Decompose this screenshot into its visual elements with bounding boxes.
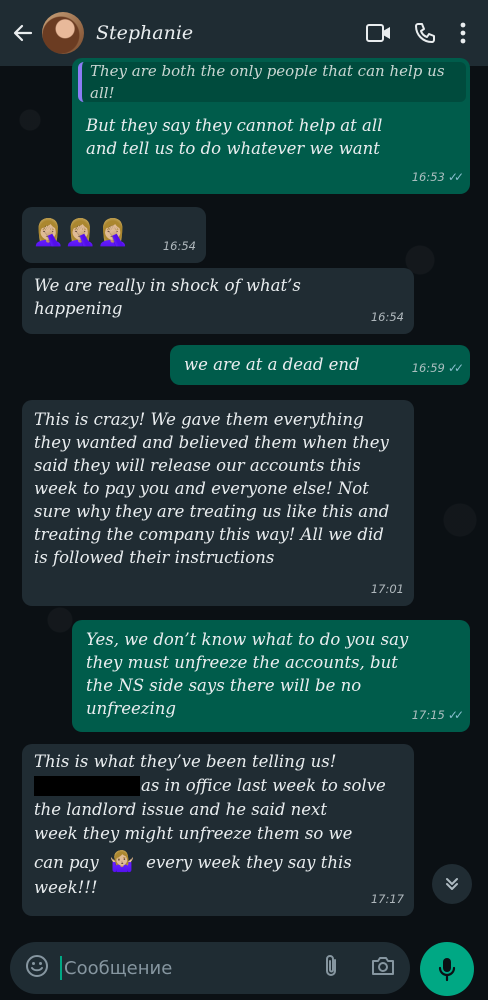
message-meta: 16:59 ✓✓ — [411, 357, 464, 380]
emoji-icon[interactable] — [24, 953, 50, 983]
message-text: But they say they cannot help at all and… — [86, 116, 383, 158]
message-time: 16:54 — [370, 310, 404, 324]
message-line: This is what they’ve been telling us! — [34, 752, 337, 771]
read-ticks-icon: ✓✓ — [447, 361, 464, 375]
message-line: every week they say this — [146, 853, 352, 872]
message-emoji-text: 🤦🏼‍♀️🤦🏼‍♀️🤦🏼‍♀️ — [32, 218, 130, 248]
video-call-icon[interactable] — [356, 13, 402, 53]
chat-screen: Stephanie They are both the only people … — [0, 0, 488, 1000]
double-chevron-down-icon — [446, 878, 458, 890]
message-time: 17:01 — [370, 582, 404, 596]
message-time: 16:59 — [411, 361, 445, 375]
mic-icon — [438, 958, 456, 982]
composer-bar: Сообщение — [0, 936, 488, 1000]
message-line: as in office last week to solve — [141, 776, 386, 795]
voice-call-icon[interactable] — [402, 13, 448, 53]
message-meta: 16:53 ✓✓ — [411, 166, 464, 189]
text-cursor — [60, 956, 62, 980]
quoted-message-text: They are both the only people that can h… — [90, 62, 445, 102]
read-ticks-icon: ✓✓ — [447, 170, 464, 184]
message-time: 17:15 — [411, 708, 445, 722]
message-bubble-outgoing[interactable]: we are at a dead end 16:59 ✓✓ — [170, 345, 470, 385]
read-ticks-icon: ✓✓ — [447, 708, 464, 722]
message-bubble-incoming[interactable]: 🤦🏼‍♀️🤦🏼‍♀️🤦🏼‍♀️ 16:54 — [22, 207, 206, 263]
message-bubble-outgoing[interactable]: They are both the only people that can h… — [72, 58, 470, 194]
attach-icon[interactable] — [322, 953, 340, 983]
scroll-to-bottom-button[interactable] — [432, 864, 472, 904]
contact-name[interactable]: Stephanie — [96, 22, 356, 44]
message-text: we are at a dead end — [184, 355, 360, 374]
message-time: 16:54 — [162, 239, 196, 253]
message-line-redacted: as in office last week to solve — [34, 774, 386, 797]
message-text: We are really in shock of what’s happeni… — [34, 276, 301, 318]
message-line: the landlord issue and he said next — [34, 800, 327, 819]
redaction-bar — [34, 775, 140, 796]
message-text: Yes, we don’t know what to do you say th… — [86, 630, 409, 718]
message-text: This is crazy! We gave them everything t… — [34, 410, 390, 567]
message-bubble-incoming[interactable]: This is what they’ve been telling us! as… — [22, 744, 414, 916]
message-line: week!!! — [34, 878, 98, 897]
more-options-icon[interactable] — [448, 13, 478, 53]
message-meta: 17:15 ✓✓ — [411, 704, 464, 727]
message-bubble-outgoing[interactable]: Yes, we don’t know what to do you say th… — [72, 620, 470, 732]
shrug-emoji: 🤷🏼‍♀️ — [109, 849, 135, 873]
message-input-placeholder: Сообщение — [64, 957, 173, 979]
message-line: week they might unfreeze them so we — [34, 824, 353, 843]
message-line-with-emoji: can pay 🤷🏼‍♀️ every week they say this — [34, 850, 352, 874]
quoted-message[interactable]: They are both the only people that can h… — [78, 62, 466, 102]
message-input[interactable]: Сообщение — [10, 942, 410, 994]
message-time: 16:53 — [411, 170, 445, 184]
message-time: 17:17 — [370, 892, 404, 906]
chat-header: Stephanie — [0, 0, 488, 66]
contact-avatar[interactable] — [42, 12, 84, 54]
camera-icon[interactable] — [370, 954, 396, 982]
message-line: can pay — [34, 853, 99, 872]
back-arrow-icon[interactable] — [10, 20, 36, 46]
message-bubble-incoming[interactable]: This is crazy! We gave them everything t… — [22, 400, 414, 606]
message-bubble-incoming[interactable]: We are really in shock of what’s happeni… — [22, 268, 414, 334]
mic-button[interactable] — [420, 942, 474, 996]
